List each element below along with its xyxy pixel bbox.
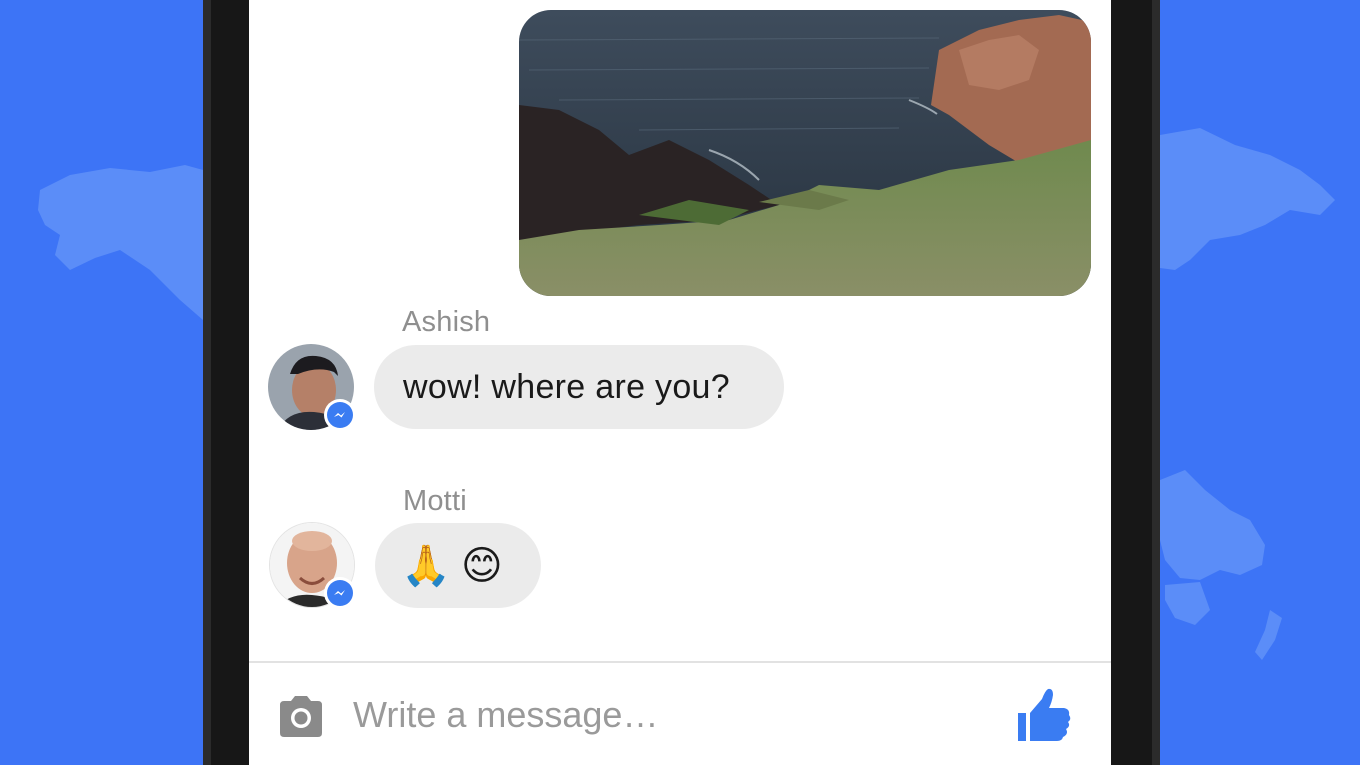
photo-message[interactable] [519,10,1091,296]
photo-icon [519,10,1091,296]
sender-name: Motti [403,485,467,517]
message-bubble[interactable]: wow! where are you? [374,345,784,429]
messenger-icon [334,412,345,418]
folded-hands-emoji: 🙏 [401,543,451,588]
messenger-icon [334,590,345,596]
message-input[interactable] [353,687,973,743]
message-bubble[interactable]: 🙏 😊 [375,523,541,608]
smiling-face-emoji: 😊 [461,543,503,588]
sender-name: Ashish [402,306,491,338]
message-text: wow! where are you? [403,367,730,406]
messenger-badge [324,399,356,431]
thumbs-up-icon [1018,688,1071,741]
chat-screen: Ashish wow! where are you? Motti 🙏 😊 Wri… [249,0,1111,765]
camera-icon [280,696,322,737]
like-button[interactable] [1014,687,1074,745]
camera-button[interactable] [276,693,326,739]
messenger-badge [324,577,356,609]
phone-edge [203,0,211,765]
phone-edge [1152,0,1160,765]
message-composer [249,663,1111,765]
